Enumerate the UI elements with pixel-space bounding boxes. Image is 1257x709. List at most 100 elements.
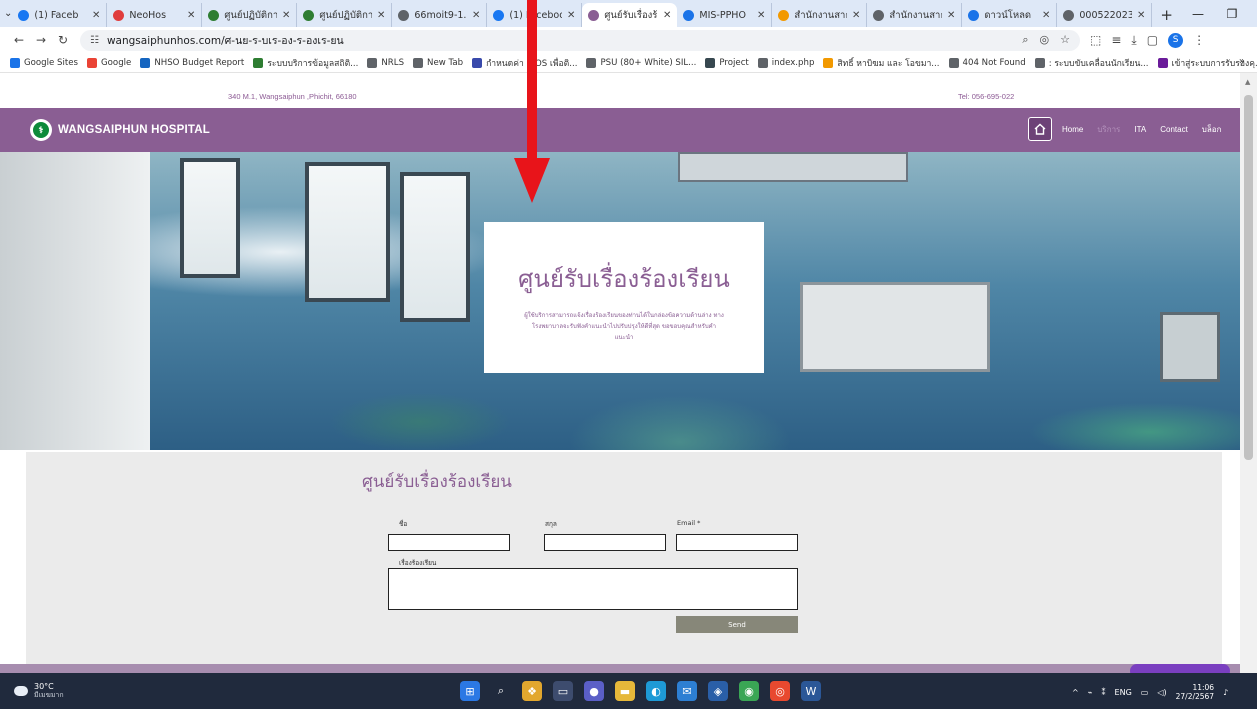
mail-icon[interactable]: ✉ [677, 681, 697, 701]
site-brand[interactable]: ⚕ WANGSAIPHUN HOSPITAL [30, 119, 210, 141]
site-info-icon[interactable]: ☷ [90, 35, 99, 46]
tab-close-icon[interactable]: ✕ [1137, 10, 1145, 21]
tab-close-icon[interactable]: ✕ [377, 10, 385, 21]
downloads-icon[interactable]: ⤓ [1131, 33, 1136, 48]
tab-close-icon[interactable]: ✕ [663, 10, 671, 21]
page-scrollbar[interactable]: ▲ [1240, 73, 1257, 673]
tab-close-icon[interactable]: ✕ [852, 10, 860, 21]
browser-tab[interactable]: ศูนย์ปฏิบัติการ ✕ [297, 3, 393, 27]
tab-close-icon[interactable]: ✕ [1042, 10, 1050, 21]
app-icon[interactable]: ◈ [708, 681, 728, 701]
bookmark-label: Google [101, 57, 132, 68]
side-panel-icon[interactable]: ▢ [1147, 33, 1158, 47]
bookmark-item[interactable]: : ระบบขับเคลื่อนนักเรียน... [1034, 56, 1149, 70]
browser-tab[interactable]: MIS-PPHO ✕ [677, 3, 773, 27]
edge-icon[interactable]: ◐ [646, 681, 666, 701]
vpn-icon[interactable]: ⁑ [1102, 688, 1106, 697]
bookmark-item[interactable]: สิทธิ์ หาบิฆม และ โอขมา... [823, 56, 940, 70]
back-icon[interactable]: ← [8, 33, 30, 47]
volume-icon[interactable]: ◁) [1157, 688, 1166, 697]
weather-widget[interactable]: 30°C มีเมฆมาก [14, 682, 64, 700]
tracking-icon[interactable]: ◎ [1040, 33, 1050, 47]
menu-contact[interactable]: Contact [1160, 125, 1188, 134]
site-navbar: ⚕ WANGSAIPHUN HOSPITAL Home บริการ ITA C… [0, 108, 1240, 152]
home-icon[interactable] [1028, 117, 1052, 141]
bookmark-item[interactable]: New Tab [413, 57, 463, 68]
zoom-icon[interactable]: ⌕ [1022, 33, 1028, 47]
bookmark-item[interactable]: ระบบบริการข้อมูลสถิติ... [253, 56, 358, 70]
tab-search-chevron-icon[interactable]: ⌄ [4, 0, 12, 27]
profile-avatar[interactable]: S [1168, 32, 1184, 48]
browser-tab[interactable]: ดาวน์โหลด ✕ [962, 3, 1058, 27]
language-indicator[interactable]: ENG [1115, 688, 1132, 697]
browser-tab[interactable]: NeoHos ✕ [107, 3, 203, 27]
scrollbar-thumb[interactable] [1244, 95, 1253, 460]
browser-tab[interactable]: (1) Facebook ✕ [487, 3, 583, 27]
reload-icon[interactable]: ↻ [52, 33, 74, 47]
bookmark-item[interactable]: NRLS [367, 57, 404, 68]
bookmark-item[interactable]: NHSO Budget Report [140, 57, 244, 68]
tab-close-icon[interactable]: ✕ [92, 10, 100, 21]
browser-tab[interactable]: 0005220230 ✕ [1057, 3, 1153, 27]
tab-close-icon[interactable]: ✕ [757, 10, 765, 21]
clock[interactable]: 11:06 27/2/2567 [1176, 683, 1214, 701]
file-explorer-icon[interactable]: ▬ [615, 681, 635, 701]
bookmark-item[interactable]: Project [705, 57, 749, 68]
task-view-icon[interactable]: ▭ [553, 681, 573, 701]
browser-tab[interactable]: สำนักงานสาธ ✕ [772, 3, 868, 27]
browser-tab[interactable]: ศูนย์รับเรื่องร้อ ✕ [582, 3, 678, 27]
start-icon[interactable]: ⊞ [460, 681, 480, 701]
chrome-icon[interactable]: ◎ [770, 681, 790, 701]
browser-tab[interactable]: ศูนย์ปฏิบัติการ ✕ [202, 3, 298, 27]
maximize-icon[interactable]: ❐ [1215, 7, 1249, 21]
bookmark-star-icon[interactable]: ☆ [1060, 33, 1070, 47]
bookmark-item[interactable]: Google [87, 57, 132, 68]
tab-close-icon[interactable]: ✕ [947, 10, 955, 21]
notification-bell-icon[interactable]: ♪ [1223, 688, 1228, 697]
send-button[interactable]: Send [676, 616, 798, 633]
browser-tab-strip: ⌄ (1) Faceb✕NeoHos✕ศูนย์ปฏิบัติการ✕ศูนย์… [0, 0, 1257, 27]
tab-close-icon[interactable]: ✕ [567, 10, 575, 21]
reading-list-icon[interactable]: ≡ [1111, 33, 1121, 47]
tab-favicon-icon [398, 9, 410, 21]
browser-menu-icon[interactable]: ⋮ [1193, 33, 1205, 47]
bookmark-item[interactable]: Google Sites [10, 57, 78, 68]
network-icon[interactable]: ⌁ [1088, 688, 1093, 697]
browser-tab[interactable]: 66moit9-1.p ✕ [392, 3, 488, 27]
line-icon[interactable]: ◉ [739, 681, 759, 701]
scroll-up-icon[interactable]: ▲ [1245, 78, 1250, 86]
word-icon[interactable]: W [801, 681, 821, 701]
address-bar[interactable]: ☷ wangsaiphunhos.com/ศ-นย-ร-บเร-อง-ร-องเ… [80, 29, 1080, 51]
display-icon[interactable]: ▭ [1141, 688, 1149, 697]
last-name-input[interactable] [544, 534, 666, 551]
close-window-icon[interactable]: ✕ [1249, 7, 1257, 21]
tab-close-icon[interactable]: ✕ [282, 10, 290, 21]
tray-overflow-icon[interactable]: ^ [1072, 688, 1079, 697]
browser-tab[interactable]: (1) Faceb ✕ [12, 3, 108, 27]
new-tab-button[interactable]: + [1152, 3, 1181, 27]
tab-close-icon[interactable]: ✕ [187, 10, 195, 21]
forward-icon[interactable]: → [30, 33, 52, 47]
bookmark-item[interactable]: กำหนดค่า BIOS เพื่อติ... [472, 56, 577, 70]
menu-blog[interactable]: บล็อก [1202, 123, 1222, 136]
menu-home[interactable]: Home [1062, 125, 1083, 134]
tab-label: (1) Faceb [34, 9, 79, 21]
teams-icon[interactable]: ● [584, 681, 604, 701]
browser-tab[interactable]: สำนักงานสาธ ✕ [867, 3, 963, 27]
bookmark-item[interactable]: 404 Not Found [948, 57, 1026, 68]
tab-close-icon[interactable]: ✕ [472, 10, 480, 21]
bookmark-item[interactable]: PSU (80+ White) SIL... [586, 57, 696, 68]
message-textarea[interactable] [388, 568, 798, 610]
bookmarks-overflow-icon[interactable]: » [1239, 56, 1245, 67]
bookmark-item[interactable]: index.php [757, 57, 814, 68]
widgets-icon[interactable]: ❖ [522, 681, 542, 701]
extensions-icon[interactable]: ⬚ [1090, 33, 1101, 47]
email-input[interactable] [676, 534, 798, 551]
hero-panel: ศูนย์รับเรื่องร้องเรียน ผู้ใช้บริการสามา… [484, 222, 764, 373]
search-icon[interactable]: ⌕ [491, 681, 511, 701]
minimize-icon[interactable]: — [1181, 7, 1215, 21]
bookmark-label: 404 Not Found [962, 57, 1026, 68]
menu-ita[interactable]: ITA [1134, 125, 1146, 134]
menu-services[interactable]: บริการ [1097, 123, 1120, 136]
first-name-input[interactable] [388, 534, 510, 551]
